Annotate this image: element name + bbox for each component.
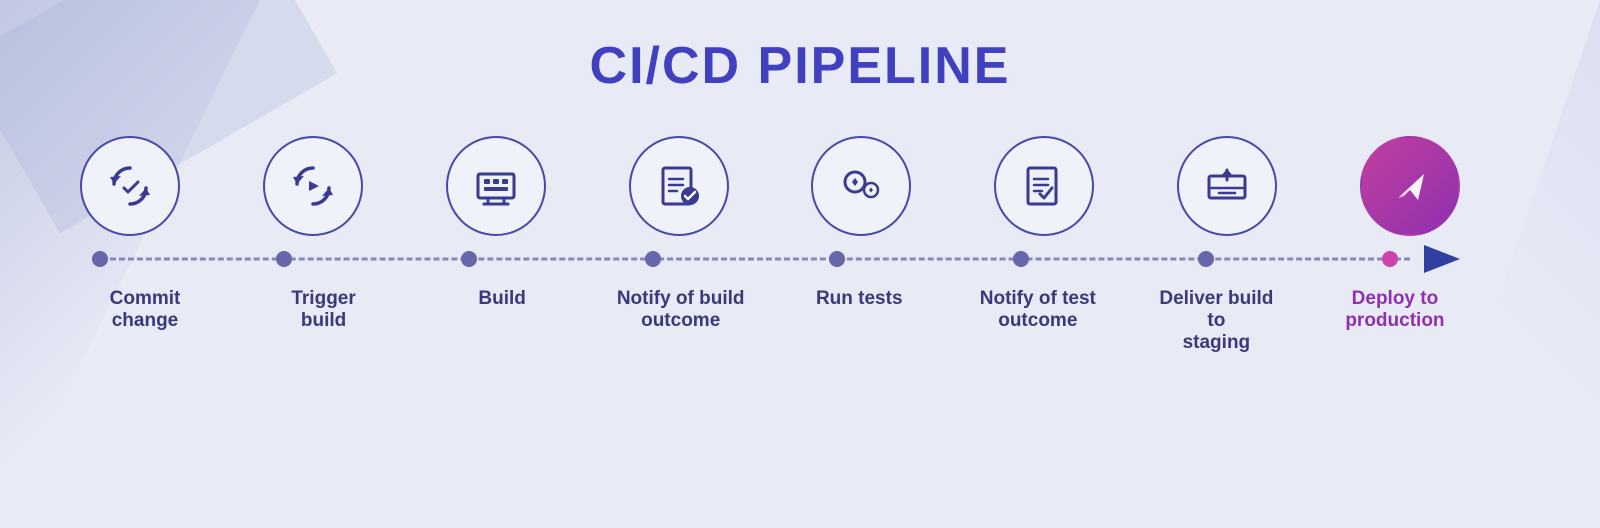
step-icon-build xyxy=(446,136,546,236)
notify-test-icon xyxy=(1018,160,1070,212)
label-trigger-build: Trigger build xyxy=(259,288,389,332)
step-icon-commit xyxy=(80,136,180,236)
step-commit-change xyxy=(80,136,180,236)
notify-build-icon xyxy=(653,160,705,212)
step-trigger-build xyxy=(263,136,363,236)
build-icon xyxy=(470,160,522,212)
dot-7 xyxy=(1198,251,1214,267)
step-icon-deploy xyxy=(1360,136,1460,236)
step-icon-trigger xyxy=(263,136,363,236)
deliver-icon xyxy=(1201,160,1253,212)
icons-row xyxy=(80,136,1460,236)
timeline-dots xyxy=(80,251,1410,267)
step-icon-deliver xyxy=(1177,136,1277,236)
dot-4 xyxy=(645,251,661,267)
step-icon-notify-test xyxy=(994,136,1094,236)
step-run-tests xyxy=(811,136,911,236)
step-deliver-staging xyxy=(1177,136,1277,236)
dot-deploy xyxy=(1382,251,1398,267)
step-icon-notify-build xyxy=(629,136,729,236)
refresh-icon xyxy=(104,160,156,212)
label-run-tests: Run tests xyxy=(794,288,924,310)
label-build: Build xyxy=(437,288,567,310)
label-notify-test: Notify of test outcome xyxy=(973,288,1103,332)
dot-6 xyxy=(1013,251,1029,267)
page-title: CI/CD PIPELINE xyxy=(590,36,1011,96)
labels-row: Commit change Trigger build Build Notify… xyxy=(80,288,1460,354)
main-container: CI/CD PIPELINE xyxy=(0,0,1600,528)
run-tests-icon xyxy=(835,160,887,212)
label-deploy-production: Deploy to production xyxy=(1330,288,1460,332)
step-icon-run-tests xyxy=(811,136,911,236)
step-notify-build xyxy=(629,136,729,236)
step-build xyxy=(446,136,546,236)
timeline-row xyxy=(80,244,1460,274)
dot-3 xyxy=(461,251,477,267)
dot-5 xyxy=(829,251,845,267)
dot-2 xyxy=(276,251,292,267)
deploy-icon xyxy=(1384,160,1436,212)
pipeline-area: Commit change Trigger build Build Notify… xyxy=(40,136,1560,354)
label-notify-build: Notify of build outcome xyxy=(616,288,746,332)
dot-1 xyxy=(92,251,108,267)
label-commit-change: Commit change xyxy=(80,288,210,332)
label-deliver-staging: Deliver build to staging xyxy=(1151,288,1281,354)
step-deploy-production xyxy=(1360,136,1460,236)
trigger-icon xyxy=(287,160,339,212)
step-notify-test xyxy=(994,136,1094,236)
timeline-arrow xyxy=(1424,245,1460,273)
